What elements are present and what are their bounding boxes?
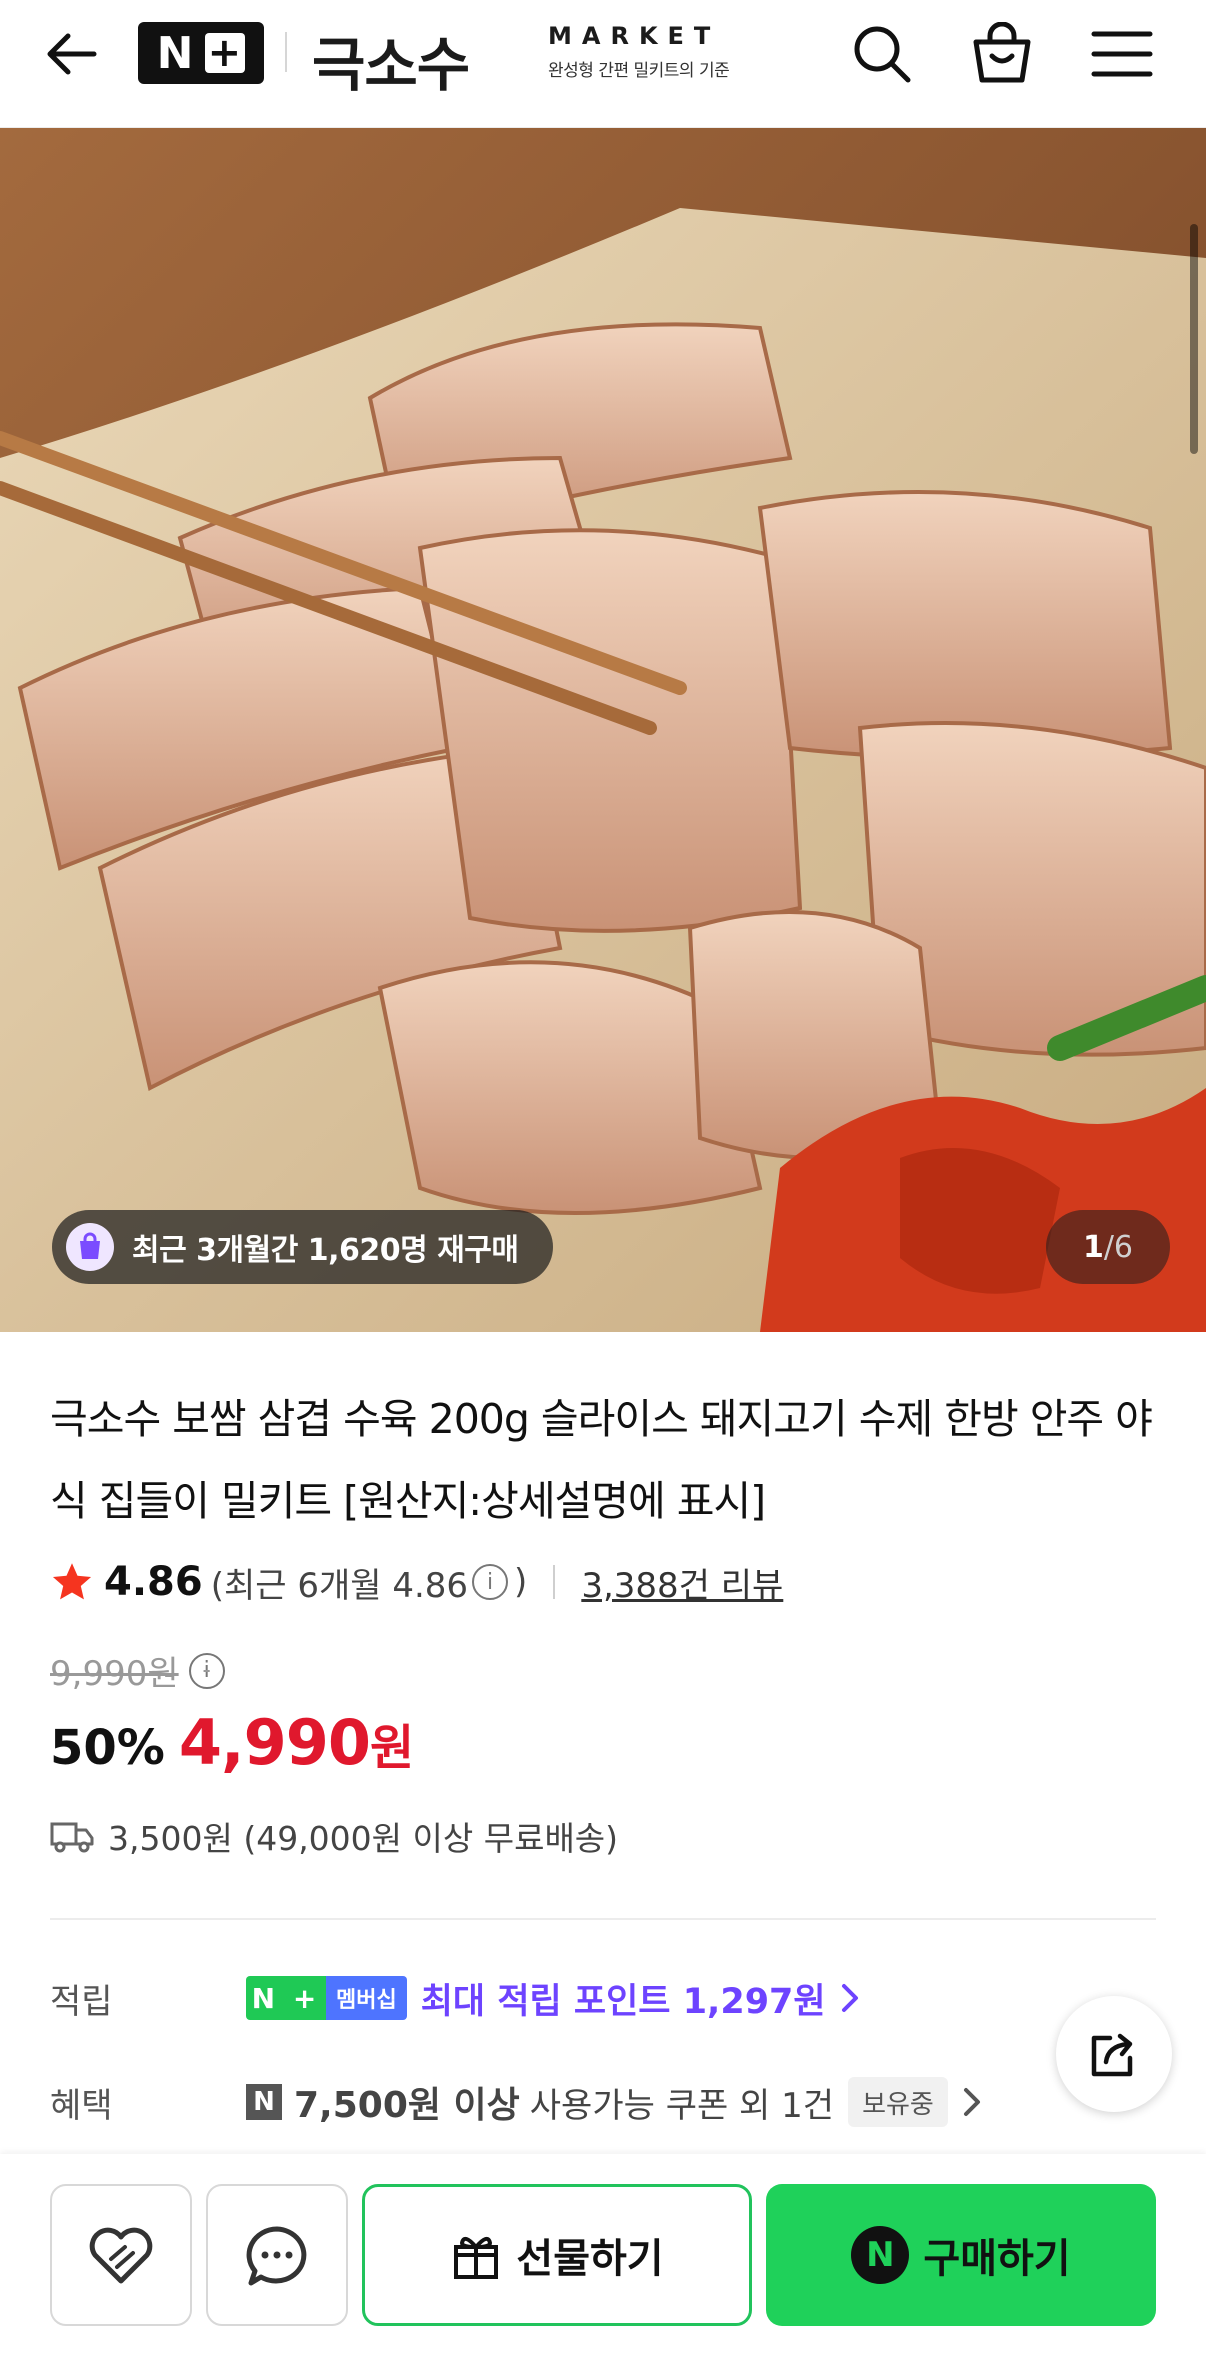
image-index: 1 [1082, 1229, 1104, 1265]
back-button[interactable] [40, 22, 104, 86]
chevron-right-icon [963, 2088, 980, 2116]
buy-label: 구매하기 [923, 2236, 1071, 2282]
rating-row: 4.86 (최근 6개월 4.86 i ) 3,388건 리뷰 [50, 1552, 783, 1612]
product-image-carousel[interactable] [0, 128, 1206, 1332]
scrollbar[interactable] [1190, 224, 1198, 454]
rebuy-text: 최근 3개월간 1,620명 재구매 [132, 1233, 519, 1268]
sale-price: 4,990 [178, 1706, 371, 1779]
product-photo [0, 128, 1206, 1332]
menu-button[interactable] [1086, 18, 1158, 90]
membership-badge: N + 멤버십 [246, 1976, 407, 2020]
gift-label: 선물하기 [516, 2236, 664, 2282]
points-row[interactable]: 적립 N + 멤버십 최대 적립 포인트 1,297원 [50, 1968, 862, 2028]
coupon-row[interactable]: 혜택 N 7,500원 이상 사용가능 쿠폰 외 1건 보유중 [50, 2072, 984, 2132]
nplus-logo[interactable]: N + [138, 22, 264, 84]
naver-n-icon: N [246, 2084, 282, 2120]
image-counter: 1/6 [1046, 1210, 1170, 1284]
info-icon[interactable]: i [472, 1564, 509, 1600]
back-arrow-icon [47, 33, 97, 75]
chevron-right-icon [841, 1984, 858, 2012]
brand-tagline: 완성형 간편 밀키트의 기준 [548, 61, 730, 81]
naver-pay-n-icon: N [851, 2226, 910, 2284]
chat-bubble-icon [246, 2226, 307, 2286]
coupon-text: 사용가능 쿠폰 외 1건 [529, 2085, 835, 2126]
shipping-row: 3,500원 (49,000원 이상 무료배송) [50, 1806, 618, 1866]
shipping-text: 3,500원 (49,000원 이상 무료배송) [108, 1819, 619, 1858]
gift-button[interactable]: 선물하기 [362, 2184, 752, 2326]
image-total: /6 [1103, 1229, 1134, 1265]
heart-icon [89, 2227, 153, 2284]
original-price: 9,990원 i [50, 1646, 231, 1695]
talk-button[interactable] [206, 2184, 348, 2326]
logo-plus: + [205, 33, 246, 73]
rating-score: 4.86 [104, 1559, 203, 1605]
search-button[interactable] [846, 18, 918, 90]
membership-badge-n: N + [246, 1976, 326, 2020]
menu-icon [1091, 31, 1153, 77]
review-count-link[interactable]: 3,388건 리뷰 [581, 1558, 783, 1607]
sale-price-unit: 원 [370, 1720, 415, 1776]
rebuy-badge: 최근 3개월간 1,620명 재구매 [52, 1210, 553, 1284]
logo-divider [285, 32, 287, 72]
search-icon [854, 26, 911, 83]
owned-tag: 보유중 [848, 2077, 948, 2127]
gift-icon [454, 2236, 499, 2279]
points-text: 최대 적립 포인트 1,297원 [420, 1981, 826, 2022]
price-info-icon[interactable]: i [188, 1652, 225, 1689]
rating-recent: (최근 6개월 4.86 [210, 1565, 469, 1606]
bottom-action-bar: 선물하기 N 구매하기 [0, 2154, 1206, 2358]
shopping-bag-icon [973, 22, 1031, 83]
brand-name[interactable]: 극소수 [312, 18, 470, 102]
rating-recent-close: ) [514, 1562, 528, 1602]
shopping-bag-badge-icon [66, 1223, 114, 1271]
share-button[interactable] [1056, 1996, 1172, 2112]
original-price-text: 9,990원 [50, 1654, 179, 1694]
membership-badge-label: 멤버십 [326, 1976, 407, 2020]
points-label: 적립 [50, 1981, 113, 2022]
wishlist-button[interactable] [50, 2184, 192, 2326]
coupon-min-amount: 7,500원 이상 [294, 2085, 520, 2126]
delivery-truck-icon [50, 1822, 94, 1853]
brand-market: MARKET [548, 22, 721, 50]
logo-n: N [156, 27, 196, 79]
benefit-label: 혜택 [50, 2085, 113, 2126]
top-header: N + 극소수 MARKET 완성형 간편 밀키트의 기준 [0, 0, 1206, 128]
buy-button[interactable]: N 구매하기 [766, 2184, 1156, 2326]
discount-rate: 50% [50, 1720, 165, 1776]
share-icon [1091, 2033, 1133, 2077]
price-row: 50% 4,990 원 [50, 1706, 414, 1779]
star-icon [52, 1563, 92, 1600]
cart-button[interactable] [966, 18, 1038, 90]
product-title: 극소수 보쌈 삼겹 수육 200g 슬라이스 돼지고기 수제 한방 안주 야식 … [50, 1395, 1153, 1525]
divider [553, 1565, 556, 1599]
section-divider [50, 1918, 1156, 1920]
